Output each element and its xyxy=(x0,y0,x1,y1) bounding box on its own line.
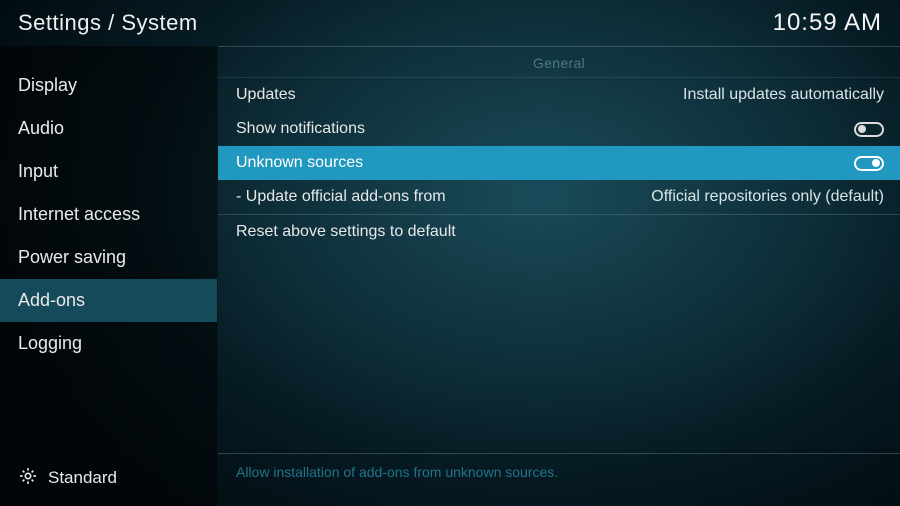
sidebar-item-power-saving[interactable]: Power saving xyxy=(0,236,217,279)
sidebar-item-internet-access[interactable]: Internet access xyxy=(0,193,217,236)
sidebar-item-logging[interactable]: Logging xyxy=(0,322,217,365)
row-reset-defaults[interactable]: Reset above settings to default xyxy=(218,215,900,249)
main-panel: General Updates Install updates automati… xyxy=(218,46,900,506)
sidebar: Display Audio Input Internet access Powe… xyxy=(0,46,218,506)
row-label: Show notifications xyxy=(236,120,365,138)
toggle-off-icon[interactable] xyxy=(854,122,884,137)
settings-rows: Updates Install updates automatically Sh… xyxy=(218,78,900,453)
row-show-notifications[interactable]: Show notifications xyxy=(218,112,900,146)
row-label: Reset above settings to default xyxy=(236,223,456,241)
sidebar-item-input[interactable]: Input xyxy=(0,150,217,193)
sidebar-nav: Display Audio Input Internet access Powe… xyxy=(0,46,217,450)
hint-footer: Allow installation of add-ons from unkno… xyxy=(218,453,900,506)
row-updates[interactable]: Updates Install updates automatically xyxy=(218,78,900,112)
row-label: - Update official add-ons from xyxy=(236,188,446,206)
row-update-official-addons-from[interactable]: - Update official add-ons from Official … xyxy=(218,180,900,214)
breadcrumb: Settings / System xyxy=(18,10,198,36)
sidebar-item-display[interactable]: Display xyxy=(0,64,217,107)
sidebar-item-audio[interactable]: Audio xyxy=(0,107,217,150)
topbar: Settings / System 10:59 AM xyxy=(0,0,900,46)
row-label: Updates xyxy=(236,86,296,104)
gear-icon xyxy=(18,466,38,491)
settings-level-label: Standard xyxy=(48,468,117,488)
clock: 10:59 AM xyxy=(773,9,882,37)
row-value: Install updates automatically xyxy=(683,86,884,104)
row-label: Unknown sources xyxy=(236,154,363,172)
section-header-general: General xyxy=(218,46,900,78)
settings-screen: Settings / System 10:59 AM Display Audio… xyxy=(0,0,900,506)
toggle-on-icon[interactable] xyxy=(854,156,884,171)
row-value: Official repositories only (default) xyxy=(651,188,884,206)
row-unknown-sources[interactable]: Unknown sources xyxy=(218,146,900,180)
sidebar-item-add-ons[interactable]: Add-ons xyxy=(0,279,217,322)
settings-level-button[interactable]: Standard xyxy=(0,450,217,506)
